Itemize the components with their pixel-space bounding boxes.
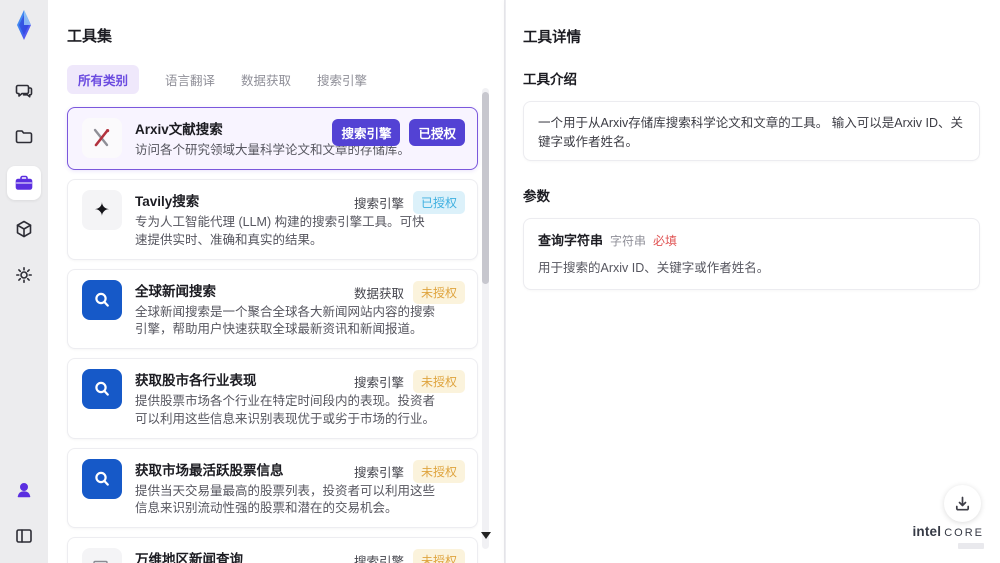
tool-description: 专为人工智能代理 (LLM) 构建的搜索引擎工具。可快速提供实时、准确和真实的结… (135, 215, 425, 247)
tool-card-active-stocks[interactable]: 获取市场最活跃股票信息 提供当天交易量最高的股票列表，投资者可以利用这些信息来识… (67, 447, 478, 529)
details-title: 工具详情 (523, 30, 581, 46)
panel-toggle-button[interactable] (7, 519, 41, 553)
intel-wordmark: intel (912, 524, 942, 539)
parameter-required-label: 必填 (653, 234, 678, 248)
tool-card-regional-news[interactable]: 万维地区新闻查询 查询具体行政区划内的新闻，快速了解各地新闻动 搜索引擎 未授权 (67, 537, 478, 563)
page-title: 工具集 (67, 28, 113, 45)
tool-description: 提供当天交易量最高的股票列表，投资者可以利用这些信息来识别流动性强的股票和潜在的… (135, 483, 436, 515)
category-tabs: 所有类别 语言翻译 数据获取 搜索引擎 (67, 65, 478, 94)
four-point-star-icon: ✦ (82, 190, 122, 231)
status-badge: 未授权 (412, 459, 465, 483)
intel-logo-sub (958, 543, 984, 549)
sidebar-item-packages[interactable] (7, 212, 41, 246)
intro-heading: 工具介绍 (523, 72, 577, 87)
search-logo-icon (82, 458, 122, 499)
sidebar-item-files[interactable] (7, 120, 41, 154)
parameter-name: 查询字符串 (538, 233, 604, 248)
search-logo-icon (82, 279, 122, 320)
app-window: 工具集 所有类别 语言翻译 数据获取 搜索引擎 Arxiv文献搜索 访问各个研究… (0, 0, 1000, 563)
category-badge: 搜索引擎 (353, 465, 404, 480)
icon-rail (0, 0, 48, 563)
category-badge: 搜索引擎 (353, 376, 404, 391)
user-icon (17, 482, 31, 498)
category-badge: 搜索引擎 (353, 555, 404, 563)
category-badge: 搜索引擎 (332, 119, 401, 146)
tab-all-categories[interactable]: 所有类别 (67, 65, 140, 94)
tool-card-stock-sectors[interactable]: 获取股市各行业表现 提供股票市场各个行业在特定时间段内的表现。投资者可以利用这些… (67, 358, 478, 439)
params-heading: 参数 (523, 189, 550, 204)
intel-core-logo: intel CORE (912, 523, 984, 549)
tab-search-engine[interactable]: 搜索引擎 (317, 65, 367, 94)
arxiv-logo-icon (82, 118, 122, 158)
core-wordmark: CORE (944, 527, 984, 539)
tool-card-tavily[interactable]: ✦ Tavily搜索 专为人工智能代理 (LLM) 构建的搜索引擎工具。可快速提… (67, 179, 478, 260)
tool-card-global-news[interactable]: 全球新闻搜索 全球新闻搜索是一个聚合全球各大新闻网站内容的搜索引擎，帮助用户快速… (67, 268, 478, 350)
category-badge: 数据获取 (353, 286, 404, 301)
cube-icon (16, 220, 32, 238)
status-badge: 已授权 (412, 191, 465, 215)
scrollbar-thumb[interactable] (482, 92, 489, 284)
tool-description: 全球新闻搜索是一个聚合全球各大新闻网站内容的搜索引擎，帮助用户快速获取全球最新资… (135, 304, 436, 336)
category-badge: 搜索引擎 (353, 197, 404, 212)
tab-data-fetching[interactable]: 数据获取 (241, 65, 291, 94)
tool-details-panel: 工具详情 工具介绍 一个用于从Arxiv存储库搜索科学论文和文章的工具。 输入可… (505, 0, 1000, 563)
scroll-down-indicator (481, 532, 491, 539)
tool-card-arxiv[interactable]: Arxiv文献搜索 访问各个研究领域大量科学论文和文章的存储库。 搜索引擎 已授… (67, 107, 478, 171)
list-scrollbar[interactable] (482, 88, 489, 549)
sidebar-item-settings[interactable] (7, 258, 41, 292)
status-badge: 未授权 (412, 549, 465, 563)
parameter-type: 字符串 (610, 234, 647, 248)
folder-icon (15, 130, 33, 144)
sidebar-item-chat[interactable] (7, 74, 41, 108)
parameter-item: 查询字符串 字符串 必填 用于搜索的Arxiv ID、关键字或作者姓名。 (523, 218, 980, 290)
tab-language-translation[interactable]: 语言翻译 (165, 65, 215, 94)
parameter-description: 用于搜索的Arxiv ID、关键字或作者姓名。 (538, 261, 770, 275)
tool-list-panel: 工具集 所有类别 语言翻译 数据获取 搜索引擎 Arxiv文献搜索 访问各个研究… (48, 0, 505, 563)
panel-toggle-icon (16, 529, 32, 543)
newspaper-icon (82, 548, 122, 563)
gear-icon (16, 267, 32, 283)
download-button[interactable] (944, 485, 981, 522)
search-logo-icon (82, 369, 122, 410)
status-badge: 已授权 (409, 119, 465, 146)
download-icon (955, 496, 970, 511)
briefcase-icon (15, 175, 33, 190)
intro-text-box: 一个用于从Arxiv存储库搜索科学论文和文章的工具。 输入可以是Arxiv ID… (523, 101, 980, 161)
sidebar-item-toolbox[interactable] (7, 166, 41, 200)
user-avatar-button[interactable] (7, 473, 41, 507)
app-logo (5, 6, 43, 44)
tool-description: 提供股票市场各个行业在特定时间段内的表现。投资者可以利用这些信息来识别表现优于或… (135, 394, 436, 426)
status-badge: 未授权 (412, 370, 465, 394)
chat-icon (15, 84, 33, 98)
status-badge: 未授权 (412, 280, 465, 304)
